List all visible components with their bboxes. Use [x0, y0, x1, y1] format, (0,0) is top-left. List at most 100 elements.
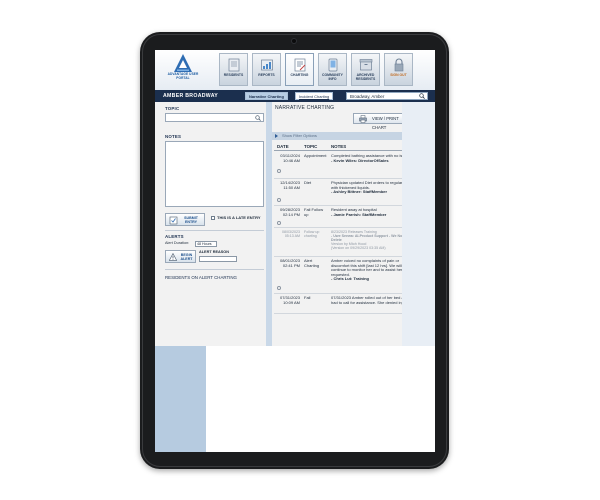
logo[interactable]: ADVANTAGE USER PORTAL: [163, 53, 203, 87]
entry-author: - Uwe Seewa: AI-Product Support - We Not…: [331, 234, 404, 243]
column-header-topic[interactable]: TOPIC: [304, 144, 317, 149]
nav-reports-label: REPORTS: [258, 73, 275, 77]
entry-topic: Alert Charting: [304, 258, 320, 268]
view-print-chart-label: VIEW / PRINT CHART: [372, 116, 399, 130]
lock-icon: [394, 58, 403, 72]
entry-time: 02:41 PM: [282, 262, 300, 268]
column-header-date[interactable]: DATE: [277, 144, 289, 149]
entry-select-radio[interactable]: [277, 198, 281, 202]
alert-reason-input[interactable]: [199, 256, 237, 262]
chart-entry[interactable]: 03/11/2024 10:46 AM Appointment Completed…: [274, 152, 411, 179]
submit-icon: [169, 216, 178, 225]
entry-topic: Fall: [304, 295, 311, 300]
begin-alert-button[interactable]: BEGIN ALERT: [165, 250, 196, 263]
nav-community-info-button[interactable]: COMMUNITY INFO: [318, 53, 347, 86]
entry-author: - Kevin Wiles: DirectorOfSales: [331, 157, 389, 163]
expand-triangle-icon: [275, 134, 278, 138]
entry-time: 10:46 AM: [283, 157, 300, 163]
entry-date-cell: 03/11/2024 10:46 AM: [277, 153, 300, 163]
entry-note: Physician updated Diet orders to regular…: [331, 180, 410, 190]
entry-time: 11:50 AM: [283, 184, 300, 190]
late-entry-label: THIS IS A LATE ENTRY: [217, 215, 261, 220]
alerts-label: ALERTS: [165, 234, 184, 239]
entry-author: - Jamie Parrish: StaffMember: [331, 211, 387, 217]
notes-textarea[interactable]: [165, 141, 264, 207]
entry-date-cell: 12/14/2023 11:50 AM: [277, 180, 300, 190]
entry-note-cell: 07/31/2023 Amber rolled out of her bed a…: [331, 295, 411, 305]
nav-charting-label: CHARTING: [290, 73, 309, 77]
alerts-divider: [165, 230, 264, 231]
chart-entry[interactable]: 09/28/2023 02:14 PM Fall Follow up Reside…: [274, 206, 411, 228]
residents-on-alert-heading: RESIDENTS ON ALERT CHARTING: [165, 275, 237, 280]
entry-author: - Ashley Bittner: StaffMember: [331, 189, 388, 195]
chart-entry[interactable]: 08/01/2023 02:41 PM Alert Charting Amber …: [274, 257, 411, 294]
entry-note-cell: Completed bathing assistance with no iss…: [331, 153, 411, 163]
entry-topic: Appointment: [304, 153, 327, 158]
entry-date-cell: 08/01/2023 02:41 PM: [277, 258, 300, 268]
header-separator: [274, 150, 411, 151]
submit-entry-label: SUBMIT ENTRY: [184, 216, 198, 225]
nav-archived-residents-button[interactable]: ARCHIVED RESIDENTS: [351, 53, 380, 86]
entry-note: 07/31/2023 Amber rolled out of her bed a…: [331, 295, 409, 305]
nav-community-info-label: COMMUNITY INFO: [322, 73, 343, 81]
tablet-frame: ADVANTAGE USER PORTAL RESIDENTS REPORTS …: [140, 32, 449, 469]
alert-reason-label: ALERT REASON: [199, 250, 229, 254]
alert-duration-select[interactable]: 48 Hours: [195, 241, 217, 247]
archive-icon: [359, 59, 372, 71]
entry-select-radio[interactable]: [277, 221, 281, 225]
entry-topic: Follow up charting: [304, 230, 320, 239]
chart-entry[interactable]: 12/14/2023 11:50 AM Diet Physician update…: [274, 179, 411, 206]
chart-entry[interactable]: 07/31/2023 10:09 AM Fall 07/31/2023 Amber…: [274, 294, 411, 314]
entry-topic: Diet: [304, 180, 312, 185]
submit-entry-button[interactable]: SUBMIT ENTRY: [165, 213, 205, 226]
entry-date-cell: 07/31/2023 10:09 AM: [277, 295, 300, 305]
nav-sign-out-label: SIGN OUT: [390, 73, 407, 77]
reports-icon: [260, 59, 273, 71]
chart-entry-late[interactable]: 08/03/2023 05:13 AM Follow up charting 8/…: [274, 228, 411, 257]
entry-note-cell: Amber voiced no complaints of pain or di…: [331, 258, 411, 282]
community-icon: [328, 58, 337, 72]
tablet-screen: ADVANTAGE USER PORTAL RESIDENTS REPORTS …: [155, 50, 435, 452]
narrative-charting-title: NARRATIVE CHARTING: [275, 105, 335, 111]
entry-form-pane: TOPIC NOTES SUBMIT ENTRY THIS IS A LATE …: [155, 102, 266, 346]
warning-icon: [169, 253, 177, 261]
left-gutter: [155, 346, 206, 452]
resident-select[interactable]: Broadway, Amber: [346, 92, 428, 100]
entry-version-date: (Version on 09/29/2023 03:35 AM): [331, 246, 386, 251]
residents-icon: [228, 58, 239, 72]
logo-icon: [174, 54, 192, 72]
camera-icon: [291, 38, 297, 44]
entry-select-radio[interactable]: [277, 169, 281, 173]
search-icon[interactable]: [419, 93, 425, 99]
resident-select-value: Broadway, Amber: [350, 94, 385, 99]
begin-alert-label: BEGIN ALERT: [180, 253, 193, 262]
resident-bar: AMBER BROADWAY Narrative Charting Incide…: [155, 90, 435, 102]
alert-duration-label: Alert Duration:: [165, 241, 190, 245]
entry-note: Amber voiced no complaints of pain or di…: [331, 258, 408, 277]
late-entry-checkbox[interactable]: [211, 216, 215, 220]
charting-icon: [294, 58, 305, 72]
tab-narrative-charting[interactable]: Narrative Charting: [245, 92, 288, 100]
nav-reports-button[interactable]: REPORTS: [252, 53, 281, 86]
printer-icon: [359, 115, 367, 123]
topic-label: TOPIC: [165, 106, 180, 111]
resident-name: AMBER BROADWAY: [163, 93, 219, 99]
blank-content-area: [206, 346, 435, 452]
entry-note-cell: Resident away at hospital - Jamie Parrish…: [331, 207, 411, 217]
entry-note-cell: Physician updated Diet orders to regular…: [331, 180, 411, 195]
tab-incident-charting[interactable]: Incident Charting: [295, 92, 334, 100]
logo-text: ADVANTAGE USER PORTAL: [167, 72, 199, 80]
topic-search-icon[interactable]: [255, 115, 261, 121]
app-header: ADVANTAGE USER PORTAL RESIDENTS REPORTS …: [155, 50, 435, 90]
nav-charting-button[interactable]: CHARTING: [285, 53, 314, 86]
column-header-notes[interactable]: NOTES: [331, 144, 346, 149]
entry-author: - Chris Lut: Training: [331, 276, 369, 282]
nav-residents-button[interactable]: RESIDENTS: [219, 53, 248, 86]
notes-label: NOTES: [165, 134, 182, 139]
nav-sign-out-button[interactable]: SIGN OUT: [384, 53, 413, 86]
entry-date-cell: 08/03/2023 05:13 AM: [277, 230, 300, 238]
entry-select-radio[interactable]: [277, 286, 281, 290]
topic-input[interactable]: [165, 113, 264, 122]
entry-topic: Fall Follow up: [304, 207, 324, 217]
chart-entries-list: 03/11/2024 10:46 AM Appointment Completed…: [274, 152, 411, 314]
